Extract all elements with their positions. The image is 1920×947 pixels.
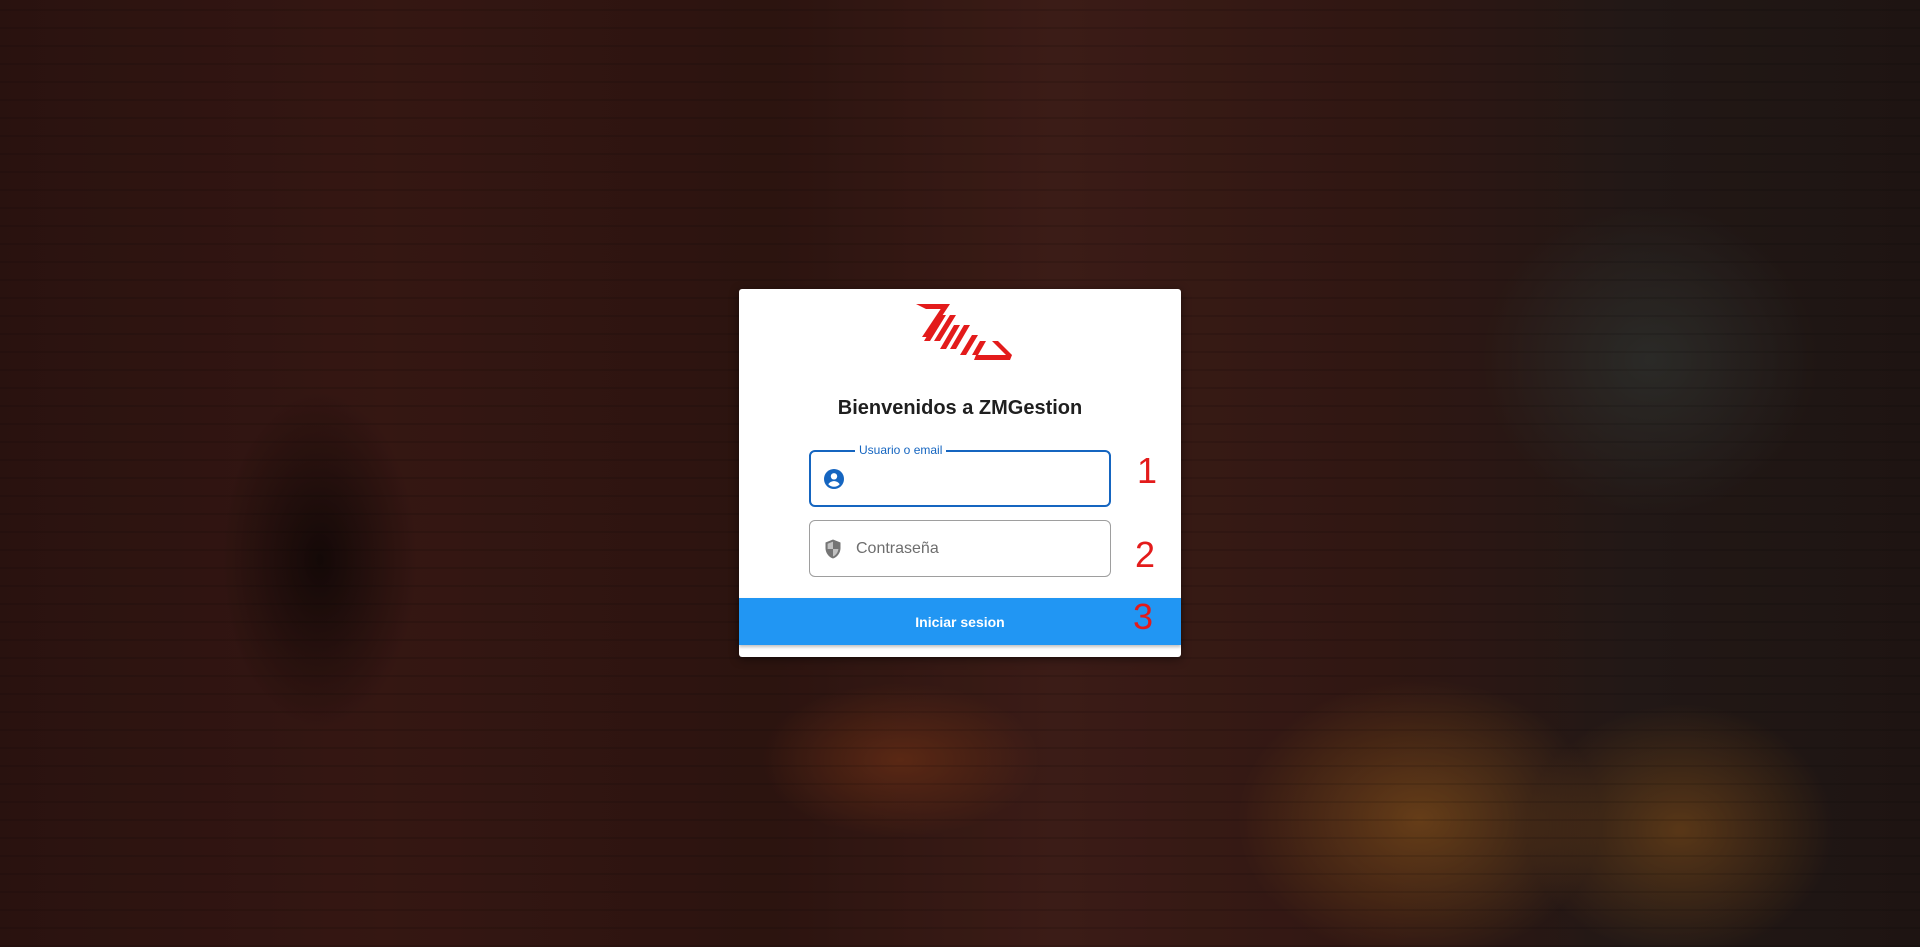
zm-logo bbox=[916, 304, 1012, 360]
annotation-marker-1: 1 bbox=[1137, 450, 1158, 491]
account-circle-icon bbox=[824, 468, 844, 489]
username-field[interactable]: Usuario o email bbox=[809, 443, 1111, 507]
password-field[interactable] bbox=[809, 520, 1111, 577]
annotation-marker-2: 2 bbox=[1135, 534, 1156, 575]
page-title: Bienvenidos a ZMGestion bbox=[837, 397, 1083, 419]
username-input[interactable] bbox=[857, 452, 1097, 505]
login-button[interactable]: Iniciar sesion bbox=[739, 598, 1181, 645]
login-card: Bienvenidos a ZMGestion Usuario o email … bbox=[739, 289, 1181, 657]
shield-icon bbox=[825, 539, 841, 558]
annotation-marker-3: 3 bbox=[1133, 596, 1154, 637]
password-input[interactable] bbox=[856, 521, 1096, 576]
